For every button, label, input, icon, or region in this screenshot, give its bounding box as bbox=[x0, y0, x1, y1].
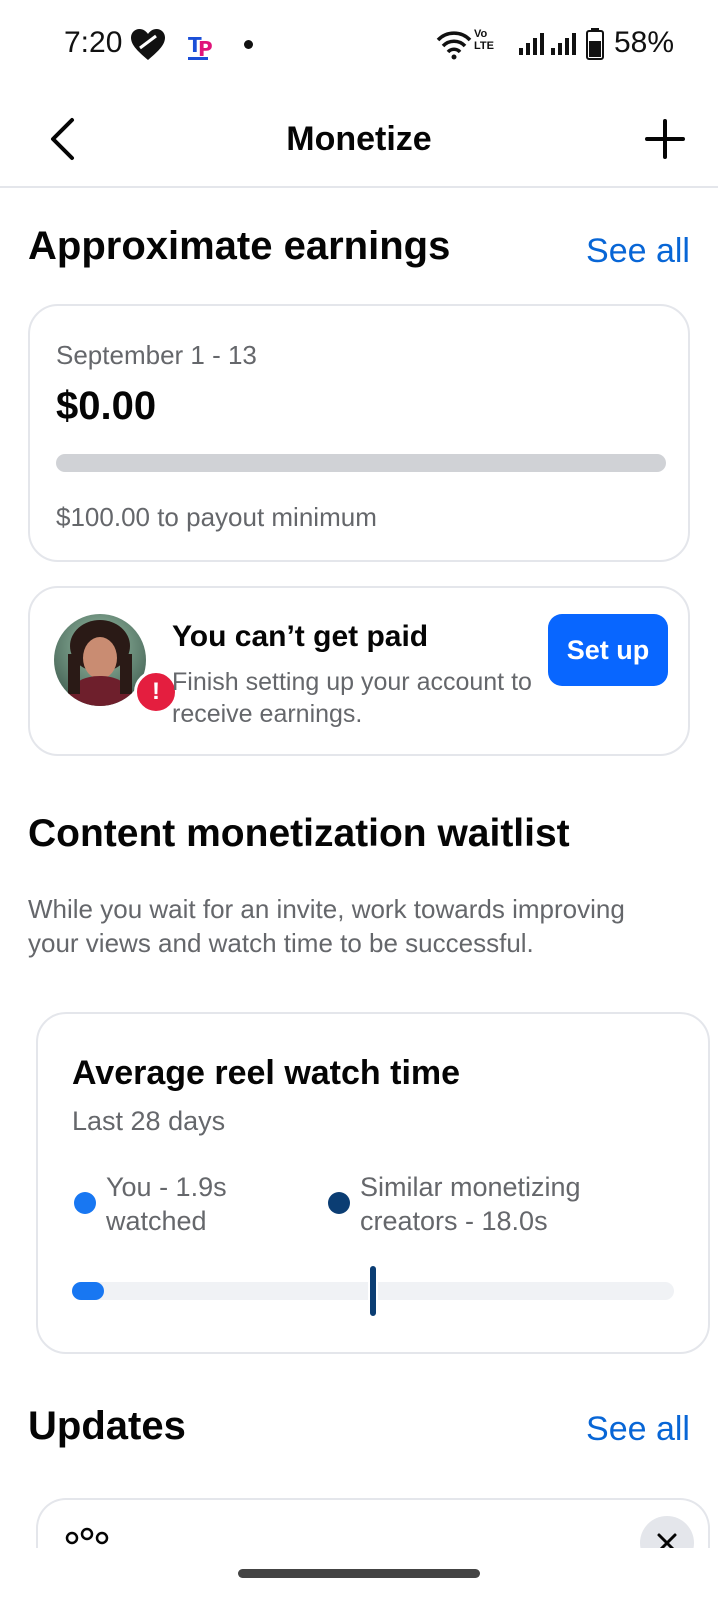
add-button[interactable] bbox=[640, 114, 690, 164]
legend-you-label: You - 1.9s watched bbox=[106, 1172, 227, 1236]
status-bar: 7:20 T P Vo LTE 58% bbox=[0, 0, 718, 88]
watch-time-similar-marker bbox=[368, 1264, 378, 1318]
signal-icon bbox=[551, 33, 576, 55]
plus-icon bbox=[645, 119, 685, 159]
payout-progress-bar bbox=[56, 454, 666, 472]
nav-header: Monetize bbox=[0, 92, 718, 188]
updates-title: Updates bbox=[28, 1404, 186, 1448]
updates-see-all-link[interactable]: See all bbox=[586, 1410, 690, 1449]
watch-time-card[interactable]: Average reel watch time Last 28 days You… bbox=[36, 1012, 710, 1354]
people-group-icon bbox=[65, 1527, 109, 1545]
volte-label: Vo LTE bbox=[474, 28, 494, 52]
payment-setup-card: ! You can’t get paid Finish setting up y… bbox=[28, 586, 690, 756]
wifi-icon bbox=[436, 31, 472, 60]
home-indicator[interactable] bbox=[238, 1569, 480, 1578]
set-up-button[interactable]: Set up bbox=[548, 614, 668, 686]
legend-similar: Similar monetizing creators - 18.0s bbox=[328, 1170, 628, 1238]
payment-description: Finish setting up your account to receiv… bbox=[172, 668, 532, 728]
heart-shield-icon bbox=[131, 29, 165, 60]
earnings-card[interactable]: September 1 - 13 $0.00 $100.00 to payout… bbox=[28, 304, 690, 562]
legend-you: You - 1.9s watched bbox=[74, 1170, 294, 1238]
status-time: 7:20 bbox=[64, 26, 123, 59]
battery-icon bbox=[586, 28, 604, 60]
app-notification-icon: T P bbox=[188, 33, 213, 61]
earnings-see-all-link[interactable]: See all bbox=[586, 232, 690, 271]
dot-icon bbox=[244, 40, 253, 49]
watch-time-track bbox=[72, 1264, 674, 1318]
battery-percent: 58% bbox=[614, 26, 675, 59]
legend-similar-label: Similar monetizing creators - 18.0s bbox=[360, 1172, 581, 1236]
avatar bbox=[54, 614, 146, 706]
earnings-date-range: September 1 - 13 bbox=[56, 340, 257, 370]
payment-title: You can’t get paid bbox=[172, 620, 429, 653]
watch-time-you-bar bbox=[72, 1282, 104, 1300]
watch-time-period: Last 28 days bbox=[72, 1106, 226, 1136]
legend-similar-dot bbox=[328, 1192, 350, 1214]
payout-minimum-note: $100.00 to payout minimum bbox=[56, 502, 377, 532]
page-title: Monetize bbox=[286, 120, 432, 158]
legend-you-dot bbox=[74, 1192, 96, 1214]
earnings-amount: $0.00 bbox=[56, 384, 157, 428]
watch-time-title: Average reel watch time bbox=[72, 1054, 461, 1092]
signal-icon bbox=[519, 33, 544, 55]
earnings-title: Approximate earnings bbox=[28, 224, 451, 268]
waitlist-title: Content monetization waitlist bbox=[28, 812, 570, 855]
waitlist-description: While you wait for an invite, work towar… bbox=[28, 894, 625, 958]
